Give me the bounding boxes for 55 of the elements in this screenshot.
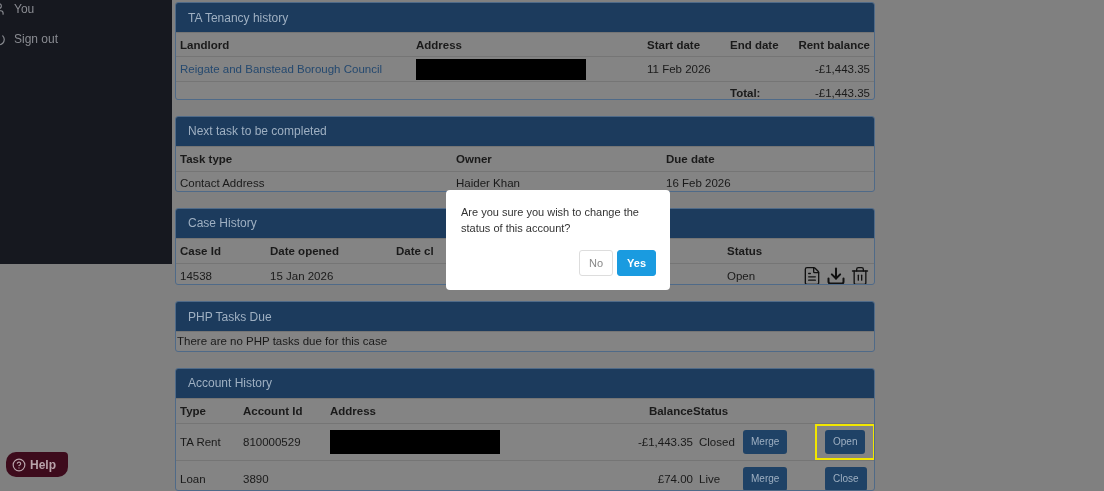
column-header: Start date (647, 38, 702, 51)
table-cell-text: £74.00 (656, 472, 693, 485)
table-cell-text: -£1,443.35 (814, 63, 870, 75)
column-header: Status (693, 404, 730, 417)
dialog-message: Are you sure you wish to change the status of this account? (461, 205, 640, 236)
column-header: Status (727, 244, 764, 257)
panel-header: TA Tenancy history (176, 3, 874, 32)
table-cell-text: 16 Feb 2026 (666, 177, 732, 190)
help-icon (12, 457, 26, 472)
table-cell-text: Loan (180, 472, 207, 485)
column-header: Task type (180, 152, 234, 165)
panel-header: Account History (176, 368, 874, 398)
column-header: Date opened (270, 244, 340, 257)
column-header: Landlord (180, 38, 231, 51)
table-cell-text: 3890 (243, 472, 270, 485)
column-header: Account Id (243, 404, 304, 417)
confirm-button[interactable]: Yes (617, 250, 656, 276)
column-header: Owner (456, 152, 493, 165)
document-icon[interactable] (802, 266, 822, 285)
delete-icon[interactable] (850, 266, 870, 285)
table-cell-text: -£1,443.35 (637, 435, 693, 448)
download-icon[interactable] (826, 266, 846, 285)
table-cell-text: 810000529 (243, 435, 302, 448)
table-cell-text: 15 Jan 2026 (270, 270, 335, 283)
merge-button[interactable]: Merge (743, 466, 788, 490)
column-header: End date (730, 38, 780, 51)
help-button[interactable]: Help (6, 452, 68, 477)
table-cell-text: 11 Feb 2026 (647, 63, 712, 75)
table-cell-text: Open (727, 270, 757, 283)
status-toggle-button[interactable]: Close (825, 466, 867, 490)
total-label: Total: (730, 87, 762, 99)
table-cell-text: Live (698, 472, 722, 485)
empty-message: There are no PHP tasks due for this case (176, 331, 874, 351)
sidebar-item[interactable]: You (0, 1, 172, 17)
column-header: Due date (666, 152, 716, 165)
panel-header: Next task to be completed (176, 116, 874, 146)
table-cell-text: Contact Address (180, 177, 266, 190)
total-value: -£1,443.35 (814, 87, 870, 99)
cancel-button[interactable]: No (578, 250, 614, 276)
status-toggle-button[interactable]: Open (825, 429, 866, 454)
table-cell-text: Closed (698, 435, 736, 448)
column-header: Date cl (396, 244, 435, 257)
table-cell-text: 14538 (180, 270, 213, 283)
column-header: Address (330, 404, 378, 417)
table-cell-text: Haider Khan (456, 177, 521, 190)
column-header: Type (180, 404, 207, 417)
sidebar-item[interactable]: Sign out (0, 31, 172, 47)
panel-header: PHP Tasks Due (176, 302, 874, 332)
column-header: Balance (647, 404, 693, 417)
column-header: Rent balance (797, 38, 870, 51)
landlord-link[interactable]: Reigate and Banstead Borough Council (180, 63, 383, 75)
table-cell-text: TA Rent (180, 435, 222, 448)
column-header: Case Id (180, 244, 222, 257)
merge-button[interactable]: Merge (743, 429, 788, 454)
column-header: Address (416, 38, 464, 51)
